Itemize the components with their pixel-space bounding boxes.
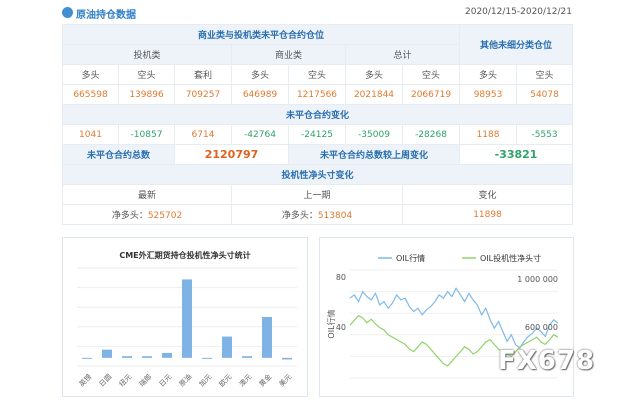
col-label: 多头: [231, 64, 289, 85]
change-cell: -42764: [231, 124, 289, 145]
net-label: 净多头：: [281, 211, 318, 221]
net-col-prev: 上一期: [231, 184, 403, 205]
value-cell: 139896: [118, 84, 175, 105]
bar-category-label: 美元: [277, 372, 293, 388]
group-total: 总计: [344, 44, 461, 65]
bar: [262, 317, 272, 358]
net-col-change: 变化: [401, 184, 574, 205]
value-cell: 98953: [459, 84, 518, 105]
left-tick-label: 40: [336, 323, 346, 332]
legend-label: OIL投机性净头寸: [480, 253, 541, 263]
net-label: 净多头：: [111, 211, 148, 221]
change-cell: -28268: [401, 124, 461, 145]
other-title: 其他未细分类仓位: [459, 24, 574, 65]
bar-category-label: 日圆: [98, 373, 114, 389]
watermark-logo: FX678: [498, 346, 596, 376]
net-change-value: 11898: [401, 204, 574, 225]
col-label: 空头: [288, 64, 346, 85]
bar-category-label: 澳元: [237, 372, 253, 388]
net-col-latest: 最新: [62, 184, 232, 205]
bar-category-label: 日元: [158, 373, 174, 389]
bar-category-label: 瑞郎: [137, 372, 153, 388]
net-latest-value: 525702: [147, 211, 183, 221]
bar-labels: 英镑 日圆 纽元 瑞郎 日元 原油 加元 欧元 澳元 黄金 美元: [77, 372, 293, 388]
bar: [82, 357, 92, 359]
bar: [162, 352, 172, 358]
line-legend: OIL行情 OIL投机性净头寸: [378, 253, 541, 263]
col-label: 多头: [345, 64, 403, 85]
oil-price-line: [349, 287, 559, 349]
group-comm: 商业类: [231, 44, 346, 65]
value-cell: 709257: [174, 84, 232, 105]
net-title: 投机性净头寸变化: [61, 164, 574, 185]
value-cell: 54078: [516, 84, 574, 105]
oi-total-value: 2120797: [174, 144, 289, 165]
bar: [242, 356, 252, 358]
net-prev-cell: 净多头：513804: [231, 204, 403, 225]
right-tick-label: 1 000 000: [517, 275, 558, 284]
bar-category-label: 纽元: [117, 372, 133, 388]
bar-category-label: 黄金: [257, 372, 273, 388]
left-tick-label: 80: [336, 273, 346, 282]
bar-chart: CME外汇期货持仓投机性净头寸统计 英镑 日圆 纽元 瑞郎 日元 原油 加元 欧元 澳元 黄金 美元: [77, 250, 297, 388]
col-label: 多头: [459, 64, 518, 85]
net-prev-value: 513804: [317, 211, 353, 221]
section-title: 原油持仓数据: [76, 10, 136, 21]
y-axis-label: OIL行情: [326, 309, 336, 338]
positions-table: 商业类与投机类未平仓合约仓位 其他未细分类仓位 投机类 商业类 总计 多头 空头…: [61, 24, 574, 225]
col-label: 多头: [62, 64, 119, 85]
right-tick-label: 600 000: [525, 323, 558, 332]
change-cell: 1041: [62, 124, 119, 145]
col-label: 空头: [401, 64, 461, 85]
bar: [182, 279, 192, 358]
bar: [102, 349, 112, 358]
col-label: 空头: [516, 64, 574, 85]
value-cell: 2021844: [345, 84, 403, 105]
bar-chart-title: CME外汇期货持仓投机性净头寸统计: [119, 250, 250, 260]
col-label: 空头: [118, 64, 175, 85]
change-cell: -5553: [516, 124, 574, 145]
change-cell: -35009: [345, 124, 403, 145]
col-label: 套利: [174, 64, 232, 85]
change-cell: -24125: [288, 124, 346, 145]
oi-total-label: 未平仓合约总数: [62, 144, 175, 165]
change-title: 未平仓合约变化: [61, 104, 574, 125]
bar: [202, 357, 212, 359]
change-cell: 6714: [174, 124, 232, 145]
bar-chart-panel: CME外汇期货持仓投机性净头寸统计 英镑 日圆 纽元 瑞郎 日元 原油 加元 欧元 澳元 黄金 美元: [62, 237, 308, 397]
legend-label: OIL行情: [396, 253, 425, 263]
value-cell: 1217566: [288, 84, 346, 105]
table-title: 商业类与投机类未平仓合约仓位: [61, 24, 461, 45]
date-range: 2020/12/15-2020/12/21: [465, 7, 572, 17]
line-axes: 80 40 1 000 000 600 000 OIL行情: [326, 273, 558, 339]
bar: [282, 357, 292, 360]
bar-category-label: 欧元: [217, 372, 233, 388]
net-latest-cell: 净多头：525702: [62, 204, 232, 225]
value-cell: 2066719: [401, 84, 461, 105]
change-cell: -10857: [118, 124, 175, 145]
oi-change-value: -33821: [459, 144, 574, 165]
bar-category-label: 英镑: [77, 372, 93, 388]
oi-change-label: 未平仓合约总数较上周变化: [287, 144, 461, 165]
change-cell: 1188: [459, 124, 518, 145]
bar: [142, 356, 152, 358]
group-spec: 投机类: [62, 44, 232, 65]
bar-category-label: 原油: [177, 372, 193, 388]
bar: [122, 356, 132, 358]
value-cell: 646989: [231, 84, 289, 105]
value-cell: 665598: [62, 84, 119, 105]
bar-marks: [82, 279, 292, 360]
info-icon: [62, 7, 73, 18]
bar-category-label: 加元: [197, 372, 213, 388]
section-header: 原油持仓数据 2020/12/15-2020/12/21: [62, 4, 578, 22]
bar: [222, 336, 232, 358]
